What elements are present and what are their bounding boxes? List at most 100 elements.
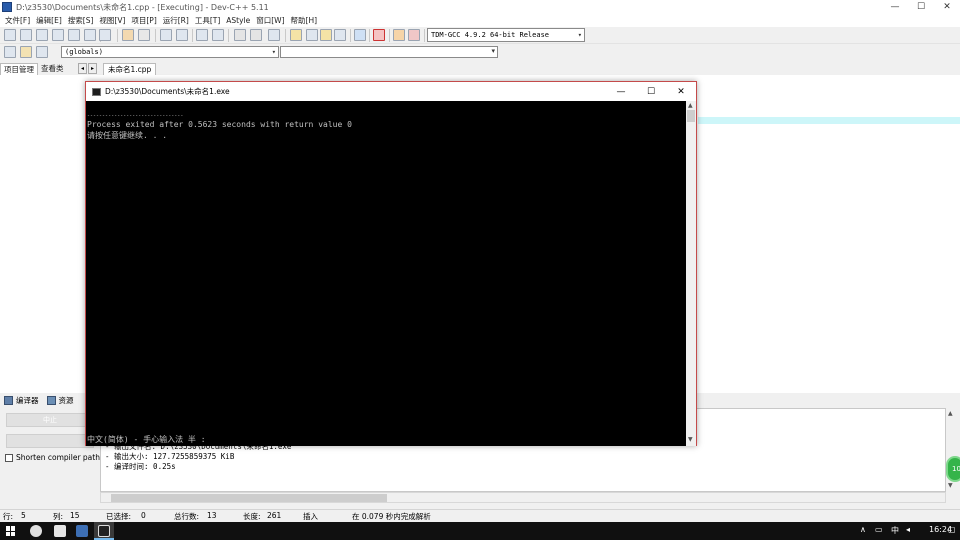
status-row: 5 (21, 511, 26, 520)
undo-icon[interactable] (122, 29, 134, 41)
search-icon[interactable] (30, 525, 42, 537)
console-line: 请按任意键继续. . . (87, 131, 168, 140)
chevron-down-icon: ▾ (491, 47, 495, 55)
shorten-paths-checkbox[interactable] (5, 453, 13, 462)
volume-icon[interactable]: ◂ (906, 525, 910, 534)
floating-badge[interactable]: 10 (946, 456, 960, 482)
devcpp-taskbar-icon[interactable] (76, 525, 88, 537)
chevron-down-icon: ▾ (577, 31, 582, 39)
menu-view[interactable]: 视图[V] (96, 15, 128, 26)
stop-execution-icon[interactable] (373, 29, 385, 41)
scope-select-value: (globals) (65, 48, 103, 56)
editor-tab-bar: ◂ ▸ 未命名1.cpp (78, 62, 960, 75)
rebuild-all-icon[interactable] (334, 29, 346, 41)
tab-file[interactable]: 未命名1.cpp (103, 62, 157, 75)
menu-window[interactable]: 窗口[W] (253, 15, 287, 26)
menu-astyle[interactable]: AStyle (223, 16, 253, 25)
save-all-icon[interactable] (52, 29, 64, 41)
chevron-down-icon: ▾ (271, 48, 276, 56)
tab-scroll-left-icon[interactable]: ◂ (78, 63, 87, 74)
notifications-icon[interactable]: ▢ (948, 525, 956, 534)
new-file-icon[interactable] (4, 29, 16, 41)
minimize-button[interactable]: — (882, 0, 908, 14)
console-maximize-button[interactable]: ☐ (636, 82, 666, 101)
menu-edit[interactable]: 编辑[E] (33, 15, 65, 26)
tab-compiler[interactable]: 编译器 (4, 395, 39, 406)
member-select[interactable]: ▾ (280, 46, 498, 58)
scroll-up-icon[interactable]: ▲ (688, 102, 693, 109)
close-file-icon[interactable] (68, 29, 80, 41)
devcpp-app-icon (2, 2, 12, 12)
scroll-thumb[interactable] (687, 110, 695, 122)
console-taskbar-item[interactable] (94, 522, 114, 540)
windows-start-icon[interactable] (6, 526, 16, 536)
run-icon[interactable] (306, 29, 318, 41)
toggle-comment-icon[interactable] (268, 29, 280, 41)
menu-file[interactable]: 文件[F] (2, 15, 33, 26)
toolbar-separator (369, 29, 370, 42)
syntax-check-icon[interactable] (354, 29, 366, 41)
ime-indicator[interactable]: 中 (891, 525, 899, 536)
find-icon[interactable] (160, 29, 172, 41)
goto-definition-icon[interactable] (36, 46, 48, 58)
replace-icon[interactable] (176, 29, 188, 41)
scope-select[interactable]: (globals) ▾ (61, 46, 279, 58)
menu-run[interactable]: 运行[R] (160, 15, 192, 26)
save-icon[interactable] (36, 29, 48, 41)
unindent-icon[interactable] (250, 29, 262, 41)
tab-scroll-right-icon[interactable]: ▸ (88, 63, 97, 74)
compile-icon[interactable] (290, 29, 302, 41)
window-controls: — ☐ ✕ (882, 0, 960, 14)
profile-icon[interactable] (393, 29, 405, 41)
console-icon (92, 87, 101, 96)
menu-help[interactable]: 帮助[H] (288, 15, 321, 26)
toolbar-separator (228, 29, 229, 42)
console-vertical-scrollbar[interactable]: ▲ ▼ (686, 101, 696, 446)
shorten-paths-option[interactable]: Shorten compiler paths (5, 453, 104, 462)
console-minimize-button[interactable]: — (606, 82, 636, 101)
secondary-button[interactable] (6, 434, 94, 448)
menu-project[interactable]: 项目[P] (128, 15, 159, 26)
toggle-bookmark-icon[interactable] (212, 29, 224, 41)
close-all-icon[interactable] (84, 29, 96, 41)
tab-project[interactable]: 项目管理 (0, 62, 38, 75)
tray-expand-icon[interactable]: ∧ (860, 525, 866, 534)
toolbar-separator (117, 29, 118, 42)
network-icon[interactable]: ▭ (875, 525, 883, 534)
toolbar-separator (424, 29, 425, 42)
scroll-down-icon[interactable]: ▼ (688, 436, 693, 443)
maximize-button[interactable]: ☐ (908, 0, 934, 14)
windows-taskbar: ∧ ▭ 中 ◂ 16:24 ▢ (0, 522, 960, 540)
console-close-button[interactable]: ✕ (666, 82, 696, 101)
insert-icon[interactable] (4, 46, 16, 58)
file-explorer-icon[interactable] (54, 525, 66, 537)
print-icon[interactable] (99, 29, 111, 41)
delete-profile-icon[interactable] (408, 29, 420, 41)
open-file-icon[interactable] (20, 29, 32, 41)
scroll-thumb[interactable] (111, 494, 387, 502)
menu-search[interactable]: 搜索[S] (65, 15, 97, 26)
status-parse-time: 在 0.079 秒内完成解析 (352, 512, 431, 521)
toolbar-separator (285, 29, 286, 42)
console-title-bar[interactable]: D:\z3530\Documents\未命名1.exe — ☐ ✕ (86, 82, 696, 101)
redo-icon[interactable] (138, 29, 150, 41)
log-horizontal-scrollbar[interactable] (100, 492, 946, 503)
compile-run-icon[interactable] (320, 29, 332, 41)
console-window[interactable]: D:\z3530\Documents\未命名1.exe — ☐ ✕ ------… (85, 81, 697, 446)
goto-line-icon[interactable] (196, 29, 208, 41)
console-icon (98, 525, 110, 537)
toolbar-separator (389, 29, 390, 42)
tab-resources[interactable]: 资源 (46, 395, 74, 406)
goto-declaration-icon[interactable] (20, 46, 32, 58)
compiler-select[interactable]: TDM-GCC 4.9.2 64-bit Release ▾ (427, 28, 585, 42)
close-button[interactable]: ✕ (934, 0, 960, 14)
abort-compilation-button[interactable]: 中止 (6, 413, 94, 427)
indent-icon[interactable] (234, 29, 246, 41)
scroll-down-icon[interactable]: ▼ (948, 482, 953, 489)
tab-compiler-label: 编译器 (16, 396, 39, 405)
menu-tools[interactable]: 工具[T] (192, 15, 223, 26)
scroll-up-icon[interactable]: ▲ (948, 410, 953, 417)
tab-classes[interactable]: 查看类 (38, 63, 67, 74)
toolbar-separator (155, 29, 156, 42)
console-output[interactable]: -------------------------------- Process… (86, 101, 686, 446)
